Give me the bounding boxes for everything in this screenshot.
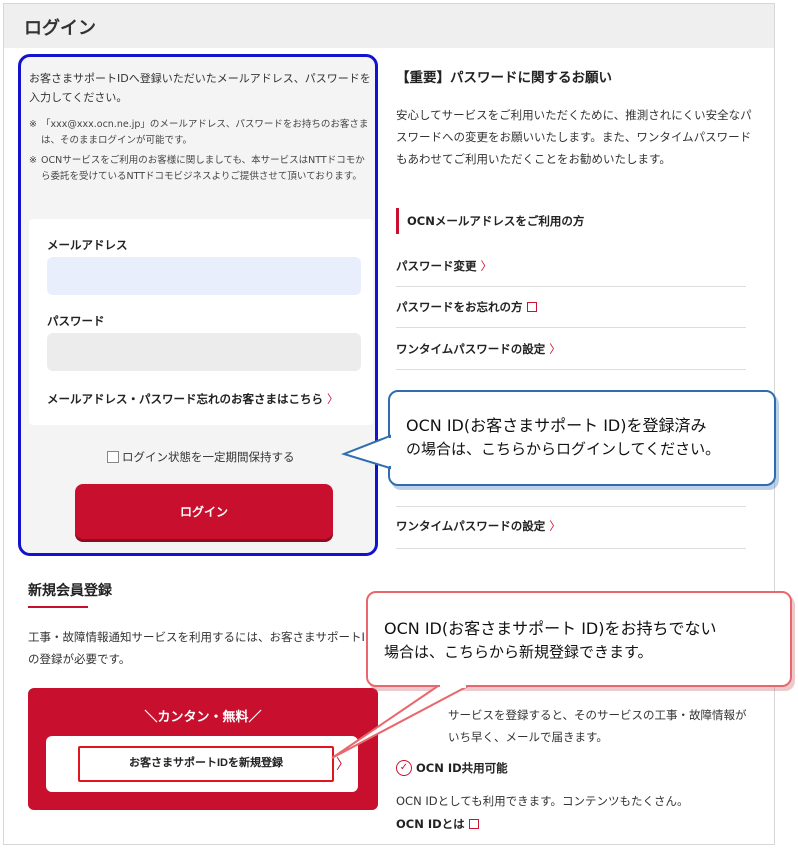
login-intro-text: お客さまサポートIDへ登録いただいたメールアドレス、パスワードを入力してください… [29, 72, 371, 104]
password-field[interactable] [47, 333, 361, 371]
signup-callout-line-1: OCN ID(お客さまサポート ID)をお持ちでない [384, 619, 717, 638]
login-note-1-text: 「xxx@xxx.ocn.ne.jp」のメールアドレス、パスワードをお持ちのお客… [41, 119, 369, 146]
login-callout-line-2: の場合は、こちらからログインしてください。 [406, 440, 721, 458]
onetime-password-link[interactable]: ワンタイムパスワードの設定〉 [396, 341, 561, 357]
remember-login-option[interactable]: ログイン状態を一定期間保持する [107, 449, 295, 465]
onetime-password-label-2: ワンタイムパスワードの設定 [396, 519, 546, 533]
ocn-id-description: OCN IDとしても利用できます。コンテンツもたくさん。 [396, 794, 689, 808]
login-button[interactable]: ログイン [75, 484, 333, 539]
divider [396, 286, 746, 287]
login-note-1: ※ 「xxx@xxx.ocn.ne.jp」のメールアドレス、パスワードをお持ちの… [29, 117, 373, 149]
forgot-password-link[interactable]: パスワードをお忘れの方 [396, 299, 537, 315]
onetime-password-link-2[interactable]: ワンタイムパスワードの設定〉 [396, 518, 561, 534]
chevron-right-icon: 〉 [549, 519, 561, 533]
chevron-right-icon: 〉 [549, 342, 561, 356]
login-callout-tail [340, 434, 394, 470]
forgot-password-label: パスワードをお忘れの方 [396, 300, 523, 314]
signup-title-underline [28, 606, 88, 608]
divider [396, 369, 746, 370]
login-note-2-text: OCNサービスをご利用のお客様に関しましても、本サービスはNTTドコモから委託を… [41, 155, 365, 182]
login-callout-line-1: OCN ID(お客さまサポート ID)を登録済み [406, 416, 707, 435]
change-password-label: パスワード変更 [396, 259, 477, 273]
external-link-icon [526, 302, 537, 312]
external-link-icon [468, 819, 479, 829]
change-password-link[interactable]: パスワード変更〉 [396, 258, 492, 274]
signup-title: 新規会員登録 [28, 583, 112, 599]
signup-callout-tail [331, 680, 469, 759]
email-label: メールアドレス [47, 238, 128, 252]
remember-checkbox[interactable] [107, 451, 119, 463]
section-heading-ocn-mail: OCNメールアドレスをご利用の方 [396, 208, 584, 234]
signup-callout: OCN ID(お客さまサポート ID)をお持ちでない 場合は、こちらから新規登録… [366, 591, 792, 687]
forgot-credentials-label: メールアドレス・パスワード忘れのお客さまはこちら [47, 392, 323, 406]
divider [396, 506, 746, 507]
header-bar: ログイン [4, 4, 774, 48]
note-mark: ※ [29, 119, 37, 130]
notice-title: 【重要】パスワードに関するお願い [396, 70, 612, 86]
remember-label: ログイン状態を一定期間保持する [122, 450, 295, 464]
page-title: ログイン [24, 18, 96, 39]
onetime-password-label: ワンタイムパスワードの設定 [396, 342, 546, 356]
login-form-card: メールアドレス パスワード メールアドレス・パスワード忘れのお客さまはこちら〉 [29, 219, 373, 425]
login-note-2: ※ OCNサービスをご利用のお客様に関しましても、本サービスはNTTドコモから委… [29, 153, 373, 185]
password-label: パスワード [47, 314, 105, 328]
chevron-right-icon: 〉 [327, 392, 339, 406]
ocn-id-about-label: OCN IDとは [396, 817, 465, 831]
signup-promo-box: ＼カンタン・無料／ お客さまサポートIDを新規登録 〉 [28, 688, 378, 810]
service-description: サービスを登録すると、そのサービスの工事・故障情報がいち早く、メールで届きます。 [448, 708, 747, 744]
divider [396, 327, 746, 328]
promo-text: ＼カンタン・無料／ [144, 710, 262, 725]
login-callout: OCN ID(お客さまサポート ID)を登録済み の場合は、こちらからログインし… [388, 390, 776, 486]
login-panel: お客さまサポートIDへ登録いただいたメールアドレス、パスワードを入力してください… [18, 54, 378, 556]
notice-body: 安心してサービスをご利用いただくために、推測されにくい安全なパスワードへの変更を… [396, 108, 752, 166]
ocn-id-about-link[interactable]: OCN IDとは [396, 816, 479, 832]
note-mark: ※ [29, 155, 37, 166]
email-field[interactable] [47, 257, 361, 295]
signup-button[interactable]: お客さまサポートIDを新規登録 〉 [46, 736, 358, 792]
chevron-right-icon: 〉 [480, 259, 493, 273]
forgot-credentials-link[interactable]: メールアドレス・パスワード忘れのお客さまはこちら〉 [47, 391, 339, 407]
signup-callout-line-2: 場合は、こちらから新規登録できます。 [384, 643, 653, 661]
signup-description: 工事・故障情報通知サービスを利用するには、お客さまサポートIDの登録が必要です。 [28, 630, 374, 666]
signup-button-label: お客さまサポートIDを新規登録 [78, 746, 334, 782]
divider [396, 548, 746, 549]
